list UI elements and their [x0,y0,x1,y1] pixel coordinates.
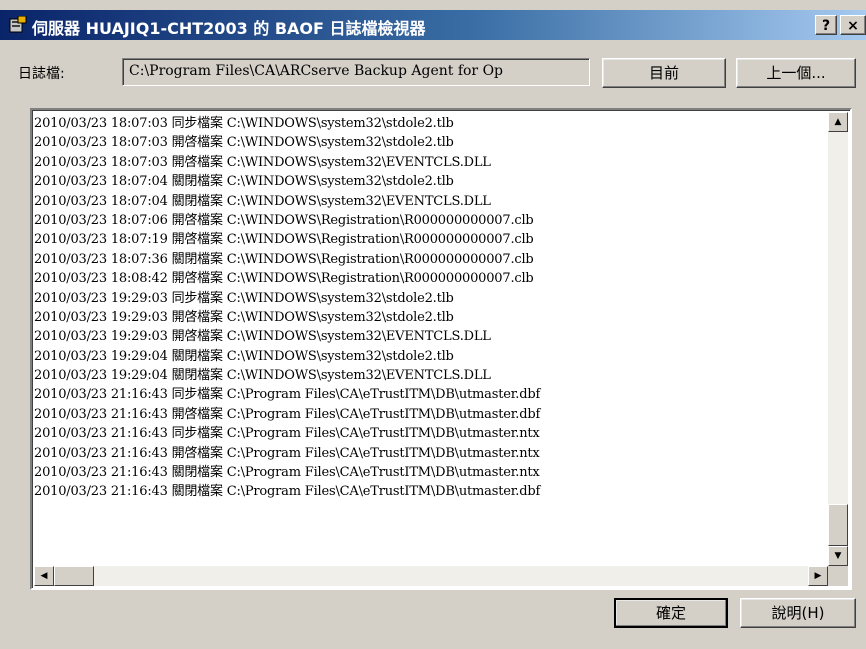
log-line: 2010/03/23 19:29:03 同步檔案 C:\WINDOWS\syst… [34,290,454,306]
scroll-left-button[interactable]: ◀ [34,566,54,586]
log-line: 2010/03/23 21:16:43 關閉檔案 C:\Program File… [34,465,540,481]
log-line: 2010/03/23 18:07:03 開啓檔案 C:\WINDOWS\syst… [34,135,454,151]
vertical-scrollbar[interactable]: ▲ ▼ [828,112,848,566]
log-line: 2010/03/23 18:07:04 關閉檔案 C:\WINDOWS\syst… [34,193,491,209]
log-line: 2010/03/23 19:29:04 關閉檔案 C:\WINDOWS\syst… [34,348,454,364]
log-line: 2010/03/23 18:07:04 關閉檔案 C:\WINDOWS\syst… [34,174,454,190]
scroll-up-button[interactable]: ▲ [828,112,848,132]
vertical-scroll-thumb[interactable] [828,504,848,546]
log-line: 2010/03/23 21:16:43 關閉檔案 C:\Program File… [34,484,541,500]
arrow-right-icon: ▶ [814,571,822,581]
previous-button[interactable]: 上一個... [736,58,856,88]
log-line: 2010/03/23 19:29:03 開啓檔案 C:\WINDOWS\syst… [34,329,491,345]
current-button[interactable]: 目前 [602,58,726,88]
log-list-content: 2010/03/23 18:07:03 同步檔案 C:\WINDOWS\syst… [34,114,824,562]
arrow-left-icon: ◀ [40,571,48,581]
log-line: 2010/03/23 21:16:43 開啓檔案 C:\Program File… [34,445,540,461]
server-icon [9,16,27,33]
log-line: 2010/03/23 18:07:06 開啓檔案 C:\WINDOWS\Regi… [34,212,534,228]
help-button[interactable]: 說明(H) [740,598,856,628]
scrollbar-corner [828,566,848,586]
arrow-down-icon: ▼ [834,551,842,561]
log-list[interactable]: 2010/03/23 18:07:03 同步檔案 C:\WINDOWS\syst… [30,108,852,590]
log-line: 2010/03/23 21:16:43 同步檔案 C:\Program File… [34,387,541,403]
log-line: 2010/03/23 18:07:36 關閉檔案 C:\WINDOWS\Regi… [34,251,534,267]
close-button[interactable]: × [840,15,866,35]
logfile-label: 日誌檔: [18,66,65,82]
log-line: 2010/03/23 21:16:43 同步檔案 C:\Program File… [34,426,540,442]
log-line: 2010/03/23 21:16:43 開啓檔案 C:\Program File… [34,406,541,422]
log-line: 2010/03/23 19:29:03 開啓檔案 C:\WINDOWS\syst… [34,309,454,325]
scroll-right-button[interactable]: ▶ [808,566,828,586]
log-line: 2010/03/23 19:29:04 關閉檔案 C:\WINDOWS\syst… [34,368,491,384]
scroll-down-button[interactable]: ▼ [828,546,848,566]
ok-button[interactable]: 確定 [614,598,728,628]
horizontal-scroll-thumb[interactable] [54,566,94,586]
log-line: 2010/03/23 18:07:03 開啓檔案 C:\WINDOWS\syst… [34,154,491,170]
log-line: 2010/03/23 18:07:19 開啓檔案 C:\WINDOWS\Regi… [34,232,534,248]
help-question-button[interactable]: ? [815,15,837,35]
title-bar[interactable]: 伺服器 HUAJIQ1-CHT2003 的 BAOF 日誌檔檢視器 ? × [0,10,866,40]
close-icon: × [847,18,859,34]
horizontal-scrollbar[interactable]: ◀ ▶ [34,566,828,586]
log-line: 2010/03/23 18:08:42 開啓檔案 C:\WINDOWS\Regi… [34,271,534,287]
window-title: 伺服器 HUAJIQ1-CHT2003 的 BAOF 日誌檔檢視器 [32,19,426,38]
logfile-path-field[interactable]: C:\Program Files\CA\ARCserve Backup Agen… [122,58,590,86]
log-viewer-dialog: 伺服器 HUAJIQ1-CHT2003 的 BAOF 日誌檔檢視器 ? × 日誌… [0,0,866,649]
arrow-up-icon: ▲ [834,117,842,127]
log-line: 2010/03/23 18:07:03 同步檔案 C:\WINDOWS\syst… [34,116,454,131]
question-icon: ? [821,18,831,34]
